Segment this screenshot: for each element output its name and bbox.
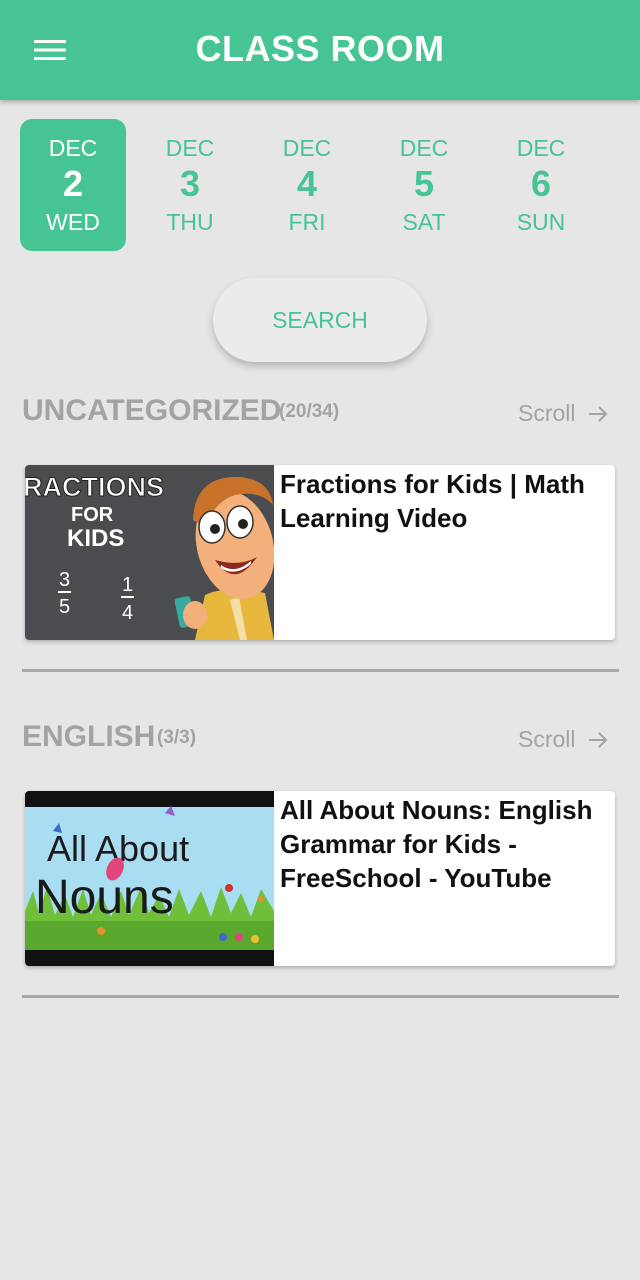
date-item-dec-2[interactable]: DEC 2 WED xyxy=(20,119,126,251)
section-count: (3/3) xyxy=(157,727,197,748)
menu-button[interactable] xyxy=(26,30,74,70)
date-item-dec-6[interactable]: DEC 6 SUN xyxy=(488,119,594,251)
section-divider xyxy=(22,995,619,998)
app-bar: CLASS ROOM xyxy=(0,0,640,100)
video-card-fractions[interactable]: RACTIONS FOR KIDS 3 5 1 4 Fractions for … xyxy=(25,465,615,640)
date-day: 3 xyxy=(179,163,201,204)
date-item-dec-5[interactable]: DEC 5 SAT xyxy=(371,119,477,251)
date-day: 6 xyxy=(530,163,552,204)
section-title-english: ENGLISH xyxy=(22,720,156,753)
section-divider xyxy=(22,669,619,672)
date-weekday: WED xyxy=(46,209,100,235)
date-weekday: SUN xyxy=(516,209,566,235)
scroll-link-uncategorized[interactable]: Scroll xyxy=(518,400,608,427)
video-thumbnail-nouns: All About Nouns xyxy=(25,791,274,966)
thumb-heading: RACTIONS xyxy=(25,472,164,502)
date-day: 2 xyxy=(62,163,84,204)
thumb-line2: Nouns xyxy=(35,871,174,924)
section-title-uncategorized: UNCATEGORIZED xyxy=(22,394,282,427)
video-title: All About Nouns: English Grammar for Kid… xyxy=(280,795,593,893)
date-month: DEC xyxy=(516,135,566,161)
scroll-label: Scroll xyxy=(518,400,576,426)
date-weekday: SAT xyxy=(402,209,446,235)
date-item-dec-4[interactable]: DEC 4 FRI xyxy=(254,119,360,251)
app-title: CLASS ROOM xyxy=(195,28,445,69)
thumb-for: FOR xyxy=(71,504,114,526)
thumb-frac2-den: 4 xyxy=(122,602,133,624)
date-weekday: THU xyxy=(166,209,214,235)
video-card-nouns[interactable]: All About Nouns All About Nouns: English… xyxy=(25,791,615,966)
video-thumbnail-fractions: RACTIONS FOR KIDS 3 5 1 4 xyxy=(25,465,274,640)
date-month: DEC xyxy=(48,135,98,161)
date-selector: DEC 2 WED DEC 3 THU DEC 4 FRI DEC 5 SAT … xyxy=(20,119,620,251)
date-month: DEC xyxy=(165,135,215,161)
arrow-right-icon xyxy=(588,405,607,422)
date-month: DEC xyxy=(282,135,332,161)
arrow-right-icon xyxy=(588,731,607,748)
hamburger-menu-icon xyxy=(34,40,66,60)
scroll-link-english[interactable]: Scroll xyxy=(518,726,608,753)
thumb-frac2-num: 1 xyxy=(122,574,133,596)
scroll-label: Scroll xyxy=(518,726,576,752)
date-day: 5 xyxy=(413,163,435,204)
date-day: 4 xyxy=(296,163,318,204)
thumb-frac1-den: 5 xyxy=(59,596,70,618)
date-month: DEC xyxy=(399,135,449,161)
date-weekday: FRI xyxy=(288,209,326,235)
thumb-kids: KIDS xyxy=(67,525,124,552)
thumb-frac1-num: 3 xyxy=(59,569,70,591)
search-button[interactable]: SEARCH xyxy=(213,278,427,362)
date-item-dec-3[interactable]: DEC 3 THU xyxy=(137,119,243,251)
section-count: (20/34) xyxy=(279,401,340,422)
video-title: Fractions for Kids | Math Learning Video xyxy=(280,469,585,533)
